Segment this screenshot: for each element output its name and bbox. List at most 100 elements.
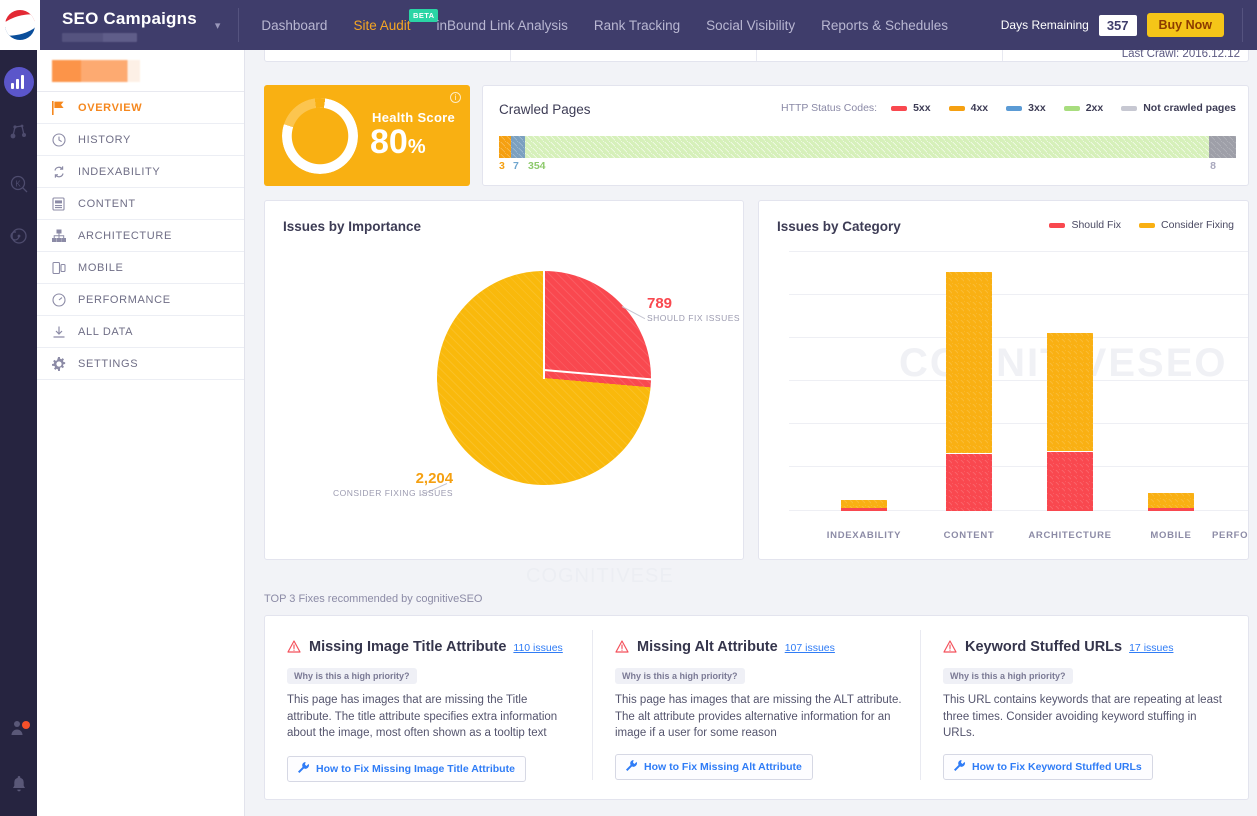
sidebar-item-label: CONTENT xyxy=(78,198,136,210)
bar-column-indexability[interactable]: INDEXABILITY xyxy=(841,500,887,511)
fix-issue-count-link[interactable]: 110 issues xyxy=(513,642,562,654)
rail-item-bar-chart[interactable] xyxy=(0,66,37,98)
bar-column-content[interactable]: CONTENT xyxy=(946,272,992,511)
health-score-percent-symbol: % xyxy=(408,136,426,158)
legend-item-2xx[interactable]: 2xx xyxy=(1064,102,1104,114)
legend-item-should-fix[interactable]: Should Fix xyxy=(1049,219,1121,231)
nav-item-reports-schedules[interactable]: Reports & Schedules xyxy=(821,18,948,33)
site-name-redacted xyxy=(52,60,140,82)
site-selector-row[interactable] xyxy=(37,50,244,92)
sidebar-item-label: SETTINGS xyxy=(78,358,138,370)
legend-item-5xx[interactable]: 5xx xyxy=(891,102,931,114)
sidebar-item-indexability[interactable]: INDEXABILITY xyxy=(37,156,244,188)
buy-now-button[interactable]: Buy Now xyxy=(1147,13,1224,37)
warning-triangle-icon xyxy=(287,640,301,658)
legend-item-consider-fixing[interactable]: Consider Fixing xyxy=(1139,219,1234,231)
sidebar-item-mobile[interactable]: MOBILE xyxy=(37,252,244,284)
nav-label: Site Audit xyxy=(353,18,410,33)
chevron-down-icon[interactable]: ▾ xyxy=(215,19,221,32)
sidebar-item-label: PERFORMANCE xyxy=(78,294,171,306)
legend-item-not-crawled[interactable]: Not crawled pages xyxy=(1121,102,1236,114)
gear-icon xyxy=(52,357,78,371)
how-to-fix-label: How to Fix Missing Alt Attribute xyxy=(644,761,802,773)
health-score-card: Health Score 80% i xyxy=(264,85,470,186)
topbar-right-group: Days Remaining 357 Buy Now xyxy=(1001,8,1257,42)
sidebar-item-label: MOBILE xyxy=(78,262,123,274)
sidebar-item-content[interactable]: CONTENT xyxy=(37,188,244,220)
rail-item-user-notification[interactable] xyxy=(0,714,37,746)
top-navigation-bar: SEO Campaigns ▾ Dashboard Site Audit BET… xyxy=(0,0,1257,50)
nav-item-site-audit[interactable]: Site Audit BETA xyxy=(353,18,410,33)
crawl-segment-4xx[interactable] xyxy=(499,136,511,158)
top3-fixes-card: Missing Image Title Attribute 110 issues… xyxy=(264,615,1249,800)
flag-icon xyxy=(52,101,78,115)
http-status-legend: HTTP Status Codes: 5xx 4xx 3xx 2xx Not c… xyxy=(781,102,1236,114)
sidebar-item-label: OVERVIEW xyxy=(78,102,142,114)
top3-fixes-label: TOP 3 Fixes recommended by cognitiveSEO xyxy=(264,593,482,605)
nav-item-dashboard[interactable]: Dashboard xyxy=(261,18,327,33)
wrench-icon xyxy=(626,760,637,774)
fix-issue-count-link[interactable]: 17 issues xyxy=(1129,642,1173,654)
legend-item-4xx[interactable]: 4xx xyxy=(949,102,989,114)
fix-card-missing-alt-attribute: Missing Alt Attribute 107 issues Why is … xyxy=(593,616,921,801)
fix-why-badge: Why is this a high priority? xyxy=(287,668,417,684)
legend-swatch xyxy=(891,106,907,111)
campaign-subtitle-redacted xyxy=(62,33,137,42)
rail-item-target[interactable] xyxy=(0,222,37,254)
bar-column-mobile[interactable]: MOBILE xyxy=(1148,493,1194,511)
gridline xyxy=(789,466,1248,467)
legend-swatch xyxy=(1139,223,1155,228)
gridline xyxy=(789,337,1248,338)
legend-swatch xyxy=(1006,106,1022,111)
crawl-segment-3xx[interactable] xyxy=(511,136,525,158)
how-to-fix-button[interactable]: How to Fix Missing Image Title Attribute xyxy=(287,756,526,782)
sidebar-item-overview[interactable]: OVERVIEW xyxy=(37,92,244,124)
app-icon-rail: K xyxy=(0,50,37,816)
legend-swatch xyxy=(1121,106,1137,111)
campaign-selector[interactable]: SEO Campaigns ▾ xyxy=(62,9,220,42)
warning-triangle-icon xyxy=(615,640,629,658)
nav-label: Reports & Schedules xyxy=(821,18,948,33)
summary-cell xyxy=(265,50,511,61)
fix-issue-count-link[interactable]: 107 issues xyxy=(785,642,835,654)
sidebar-item-performance[interactable]: PERFORMANCE xyxy=(37,284,244,316)
crawled-pages-title: Crawled Pages xyxy=(499,102,591,117)
summary-cell xyxy=(757,50,1003,61)
warning-triangle-icon xyxy=(943,640,957,658)
legend-item-3xx[interactable]: 3xx xyxy=(1006,102,1046,114)
how-to-fix-button[interactable]: How to Fix Missing Alt Attribute xyxy=(615,754,813,780)
sidebar-item-settings[interactable]: SETTINGS xyxy=(37,348,244,380)
legend-label: Should Fix xyxy=(1071,219,1121,231)
target-icon xyxy=(9,226,29,251)
bar-segment-consider-fixing xyxy=(1047,333,1093,451)
sidebar-item-label: ARCHITECTURE xyxy=(78,230,172,242)
brand-logo[interactable] xyxy=(0,0,40,50)
nav-label: Rank Tracking xyxy=(594,18,680,33)
nav-item-rank-tracking[interactable]: Rank Tracking xyxy=(594,18,680,33)
crawl-segment-2xx[interactable] xyxy=(525,136,1209,158)
rail-item-keyword-tool[interactable]: K xyxy=(0,170,37,202)
health-score-value: 80% xyxy=(370,125,426,159)
rail-item-link-graph[interactable] xyxy=(0,118,37,150)
sidebar-item-history[interactable]: HISTORY xyxy=(37,124,244,156)
bell-icon xyxy=(11,775,27,798)
bar-column-architecture[interactable]: ARCHITECTURE xyxy=(1047,333,1093,511)
pie-separator xyxy=(543,271,545,379)
crawl-segment-not-crawled[interactable] xyxy=(1209,136,1236,158)
info-icon[interactable]: i xyxy=(450,92,461,103)
nav-item-inbound-link-analysis[interactable]: inBound Link Analysis xyxy=(436,18,567,33)
pie-chart[interactable] xyxy=(437,271,651,485)
svg-text:K: K xyxy=(15,179,21,188)
legend-label: 4xx xyxy=(971,102,989,114)
bar-segment-consider-fixing xyxy=(1148,493,1194,508)
gridline xyxy=(789,251,1248,252)
fix-why-badge: Why is this a high priority? xyxy=(615,668,745,684)
how-to-fix-button[interactable]: How to Fix Keyword Stuffed URLs xyxy=(943,754,1153,780)
nav-item-social-visibility[interactable]: Social Visibility xyxy=(706,18,795,33)
download-icon xyxy=(52,325,78,339)
rail-item-bell[interactable] xyxy=(0,770,37,802)
sidebar-item-all-data[interactable]: ALL DATA xyxy=(37,316,244,348)
gridline xyxy=(789,380,1248,381)
sidebar-item-architecture[interactable]: ARCHITECTURE xyxy=(37,220,244,252)
http-status-legend-label: HTTP Status Codes: xyxy=(781,102,877,114)
